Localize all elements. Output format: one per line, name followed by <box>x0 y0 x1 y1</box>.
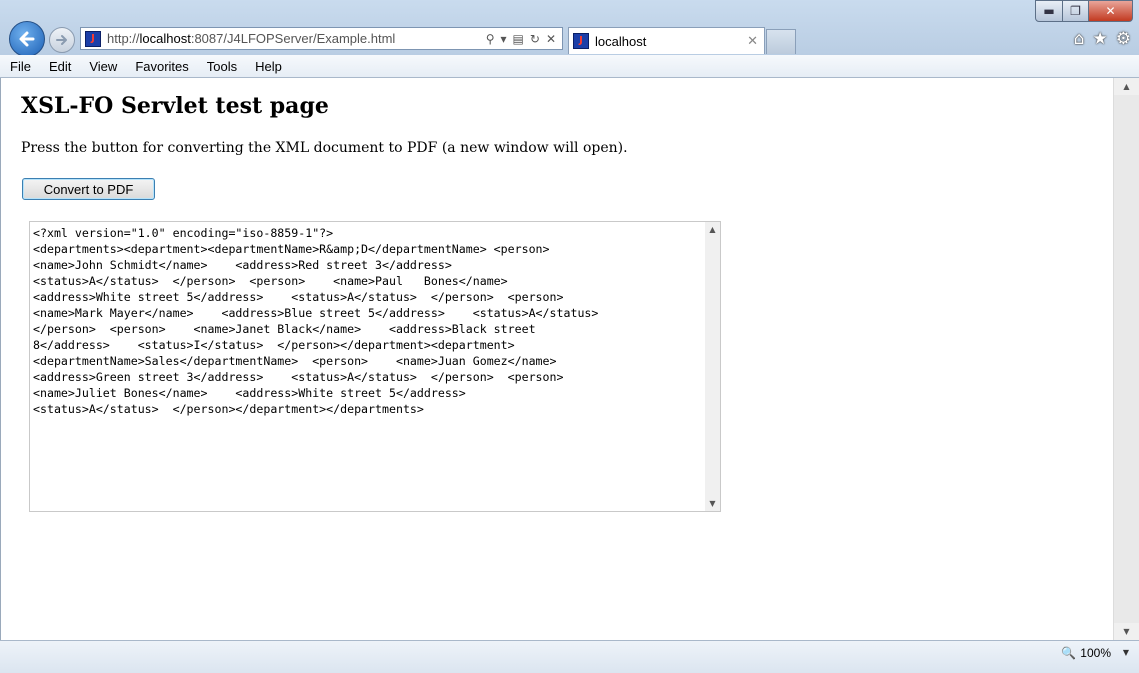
tab-favicon-icon: J <box>573 33 589 49</box>
back-button[interactable] <box>9 21 45 57</box>
page-scroll-track[interactable] <box>1114 95 1139 623</box>
menu-favorites[interactable]: Favorites <box>125 59 196 74</box>
page-scrollbar[interactable]: ▲ ▼ <box>1113 78 1139 640</box>
browser-chrome: ▬ ❐ ✕ J http://localhost:8087/J4LFOPServ… <box>0 0 1139 57</box>
menu-help[interactable]: Help <box>245 59 290 74</box>
back-arrow-icon <box>19 31 35 47</box>
search-dropdown-icon[interactable]: ▾ <box>501 32 507 46</box>
forward-arrow-icon <box>56 35 67 45</box>
window-controls: ▬ ❐ ✕ <box>1035 0 1133 22</box>
scroll-down-icon[interactable]: ▼ <box>705 499 720 508</box>
xml-content[interactable]: <?xml version="1.0" encoding="iso-8859-1… <box>33 225 703 417</box>
menu-file[interactable]: File <box>0 59 39 74</box>
page-content: XSL-FO Servlet test page Press the butto… <box>0 78 1114 640</box>
page-scroll-down-icon[interactable]: ▼ <box>1114 627 1139 636</box>
url-text[interactable]: http://localhost:8087/J4LFOPServer/Examp… <box>107 31 486 46</box>
home-icon[interactable]: ⌂ <box>1074 29 1085 49</box>
zoom-dropdown-icon[interactable]: ▼ <box>1123 648 1129 657</box>
tools-gear-icon[interactable]: ⚙ <box>1116 29 1131 49</box>
zoom-level: 100% <box>1080 646 1111 660</box>
page-scroll-up-icon[interactable]: ▲ <box>1114 82 1139 91</box>
zoom-control[interactable]: 🔍 100% <box>1061 646 1111 660</box>
intro-text: Press the button for converting the XML … <box>21 140 628 156</box>
menu-bar: File Edit View Favorites Tools Help <box>0 55 1139 78</box>
site-favicon-icon: J <box>85 30 101 47</box>
favorites-star-icon[interactable]: ★ <box>1093 29 1108 49</box>
maximize-button[interactable]: ❐ <box>1063 0 1089 22</box>
stop-icon[interactable]: ✕ <box>546 32 556 46</box>
new-tab-button[interactable] <box>766 29 796 54</box>
zoom-magnifier-icon: 🔍 <box>1061 646 1077 660</box>
xml-textarea[interactable]: <?xml version="1.0" encoding="iso-8859-1… <box>29 221 721 512</box>
tab-label: localhost <box>595 33 647 49</box>
textarea-scrollbar[interactable]: ▲ ▼ <box>705 222 720 511</box>
menu-view[interactable]: View <box>79 59 125 74</box>
address-bar[interactable]: J http://localhost:8087/J4LFOPServer/Exa… <box>80 27 563 50</box>
tab-localhost[interactable]: J localhost ✕ <box>568 27 765 54</box>
menu-edit[interactable]: Edit <box>39 59 79 74</box>
minimize-button[interactable]: ▬ <box>1035 0 1063 22</box>
page-title: XSL-FO Servlet test page <box>21 93 329 119</box>
forward-button[interactable] <box>49 27 75 53</box>
refresh-icon[interactable]: ↻ <box>530 32 540 46</box>
status-bar: 🔍 100% ▼ <box>0 640 1139 673</box>
convert-to-pdf-button[interactable]: Convert to PDF <box>22 178 155 200</box>
menu-tools[interactable]: Tools <box>197 59 245 74</box>
tab-close-icon[interactable]: ✕ <box>747 34 764 49</box>
search-icon[interactable]: ⚲ <box>486 32 495 46</box>
close-window-button[interactable]: ✕ <box>1089 0 1133 22</box>
compatibility-view-icon[interactable]: ▤ <box>513 32 524 46</box>
scroll-up-icon[interactable]: ▲ <box>705 225 720 234</box>
